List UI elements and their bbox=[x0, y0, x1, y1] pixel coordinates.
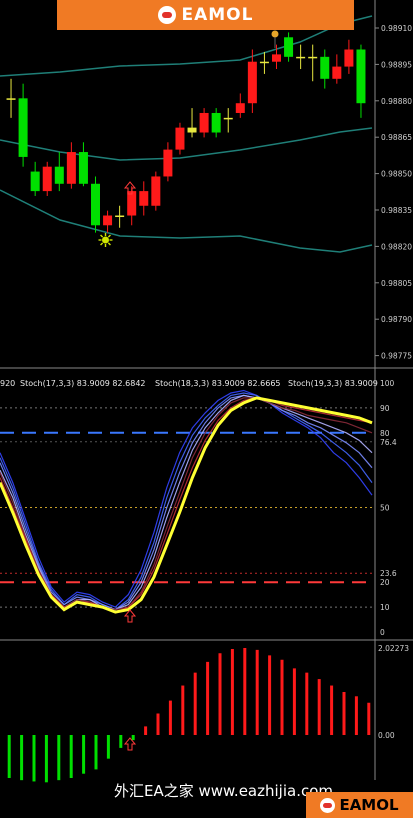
banner-brand: EAMOL bbox=[181, 5, 254, 25]
price-axis-label: 0.98820 bbox=[381, 242, 412, 251]
stoch-header-prefix: 920 bbox=[0, 379, 15, 388]
candle-body bbox=[235, 103, 245, 113]
hist-axis-label: 2.02273 bbox=[378, 644, 409, 653]
stoch-series-line bbox=[0, 394, 373, 611]
candle-body bbox=[139, 191, 149, 206]
bollinger-middle-band bbox=[0, 127, 373, 161]
histogram-pane bbox=[7, 648, 371, 783]
stoch-header-item: Stoch(19,3,3) 83.9009 bbox=[288, 379, 378, 388]
candle-body bbox=[103, 215, 113, 226]
candle-body bbox=[199, 112, 209, 133]
footer-logo-brand: EAMOL bbox=[339, 796, 399, 814]
orange-dot-icon bbox=[271, 30, 279, 38]
brand-banner: EAMOL bbox=[57, 0, 354, 30]
price-axis-label: 0.98805 bbox=[381, 279, 412, 288]
eamol-logo-icon bbox=[157, 6, 176, 24]
price-axis-label: 0.98865 bbox=[381, 133, 412, 142]
stoch-axis-label: 23.6 bbox=[380, 569, 397, 578]
candle-body bbox=[115, 215, 125, 218]
candle-body bbox=[272, 54, 281, 62]
candle-body bbox=[175, 127, 185, 150]
candle-body bbox=[163, 149, 173, 177]
footer-logo: EAMOL bbox=[306, 792, 413, 818]
candle-body bbox=[42, 166, 52, 192]
price-axis-label: 0.98835 bbox=[381, 206, 412, 215]
up-arrow-icon bbox=[123, 609, 137, 623]
candle-body bbox=[127, 191, 137, 216]
price-axis-label: 0.98880 bbox=[381, 97, 412, 106]
sun-signal-icon bbox=[98, 233, 113, 247]
candle-body bbox=[54, 166, 64, 184]
candle-body bbox=[18, 98, 28, 157]
candle-body bbox=[66, 152, 76, 184]
price-axis-label: 0.98775 bbox=[381, 352, 412, 361]
candle-body bbox=[320, 56, 330, 79]
stochastic-pane: 920 Stoch(17,3,3) 83.9009 82.6842 Stoch(18… bbox=[0, 379, 378, 623]
candle-body bbox=[6, 98, 16, 100]
price-pane bbox=[0, 15, 373, 253]
candle-body bbox=[91, 183, 100, 226]
candle-body bbox=[187, 127, 197, 133]
stoch-header-item: Stoch(17,3,3) 83.9009 82.6842 bbox=[20, 379, 146, 388]
stoch-axis-label: 20 bbox=[380, 578, 390, 587]
price-axis-label: 0.98895 bbox=[381, 60, 412, 69]
price-axis-label: 0.98850 bbox=[381, 170, 412, 179]
eamol-logo-icon bbox=[320, 797, 336, 813]
candle-body bbox=[223, 117, 233, 120]
stoch-axis-label: 76.4 bbox=[380, 438, 397, 447]
stoch-axis-label: 50 bbox=[380, 504, 390, 513]
candle-body bbox=[30, 171, 40, 192]
stoch-header-item: Stoch(18,3,3) 83.9009 82.6665 bbox=[155, 379, 281, 388]
stoch-axis-label: 90 bbox=[380, 404, 390, 413]
hist-axis-label: 0.00 bbox=[378, 731, 395, 740]
candle-body bbox=[356, 49, 366, 104]
price-axis-label: 0.98910 bbox=[381, 24, 412, 33]
watermark-text: 外汇EA之家 www.eazhijia.com bbox=[114, 782, 334, 800]
candle-body bbox=[344, 49, 354, 67]
stoch-axis-label: 80 bbox=[380, 429, 390, 438]
candle-body bbox=[296, 56, 306, 59]
candle-body bbox=[247, 61, 257, 104]
candle-body bbox=[78, 152, 88, 184]
stoch-series-line bbox=[0, 394, 373, 611]
stoch-axis-label: 100 bbox=[380, 379, 395, 388]
stoch-axis-label: 0 bbox=[380, 628, 385, 637]
candle-body bbox=[308, 56, 318, 59]
candle-body bbox=[211, 112, 221, 133]
candle-body bbox=[332, 66, 342, 79]
candle-body bbox=[259, 61, 269, 64]
bollinger-lower-band bbox=[0, 189, 373, 253]
chart-stage: 920 Stoch(17,3,3) 83.9009 82.6842 Stoch(18… bbox=[0, 0, 413, 783]
stoch-axis-label: 10 bbox=[380, 603, 390, 612]
candle-body bbox=[284, 37, 294, 57]
candle-body bbox=[151, 176, 161, 206]
price-axis-label: 0.98790 bbox=[381, 315, 412, 324]
